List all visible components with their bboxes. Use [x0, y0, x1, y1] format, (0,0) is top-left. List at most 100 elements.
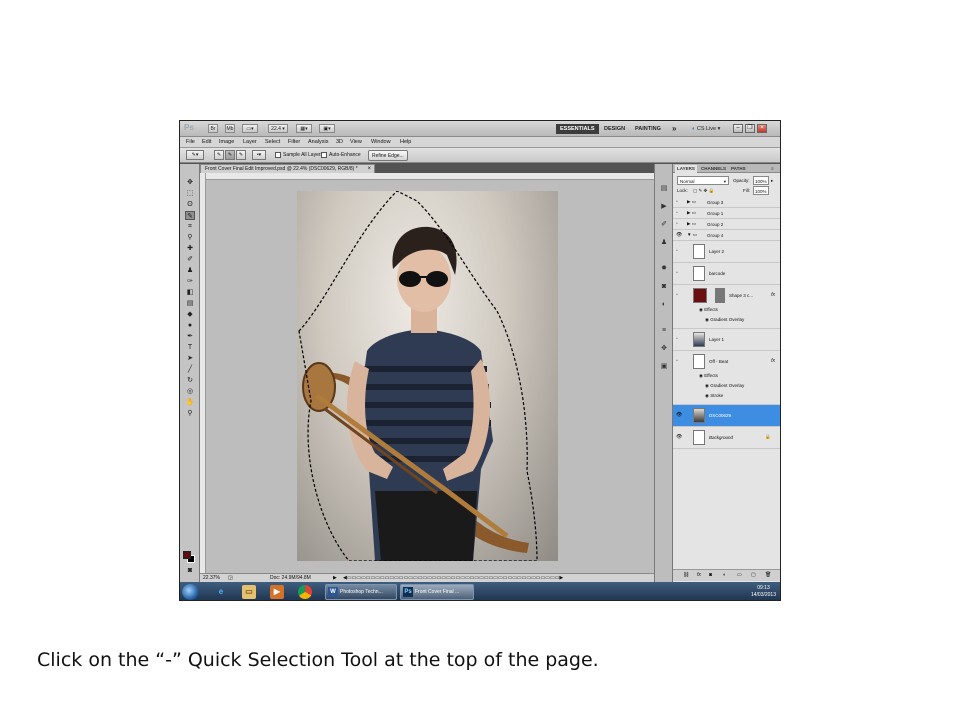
close-window-icon[interactable]: × [757, 124, 767, 133]
refine-edge-button[interactable]: Refine Edge... [368, 150, 408, 161]
visibility-toggle[interactable]: ▫ [676, 358, 678, 364]
taskbar-clock[interactable]: 09:13 14/03/2013 [751, 585, 776, 599]
info-panel-icon[interactable]: ▣ [659, 362, 669, 371]
close-document-icon[interactable]: × [367, 165, 371, 173]
eye-icon[interactable]: 👁 [676, 434, 682, 440]
document-tab[interactable]: Front Cover Final Edit Improved.psd @ 22… [200, 164, 375, 173]
effect-item[interactable]: ◉ Stroke [705, 393, 723, 399]
tab-layers[interactable]: LAYERS [675, 165, 697, 173]
visibility-toggle[interactable]: ▫ [676, 292, 678, 298]
menu-select[interactable]: Select [265, 139, 280, 145]
lasso-tool-icon[interactable]: ʘ [185, 200, 195, 209]
path-selection-tool-icon[interactable]: ➤ [185, 354, 195, 363]
menu-layer[interactable]: Layer [243, 139, 257, 145]
adjustment-layer-icon[interactable]: ◐ [723, 570, 726, 581]
layer-row[interactable]: ▫ Layer 1 [673, 329, 780, 351]
visibility-toggle[interactable]: ▫ [676, 210, 678, 216]
visibility-toggle[interactable]: ▫ [676, 248, 678, 254]
3d-rotate-tool-icon[interactable]: ↻ [185, 376, 195, 385]
internet-explorer-icon[interactable]: e [214, 585, 228, 599]
layer-row[interactable]: ▫ Shape 3 c... fx ◉ Effects ◉ Gradient O… [673, 285, 780, 329]
zoom-tool-icon[interactable]: ⚲ [185, 409, 195, 418]
status-zoom[interactable]: 22.37% [203, 574, 220, 582]
menu-help[interactable]: Help [400, 139, 411, 145]
crop-tool-icon[interactable]: ⌗ [185, 222, 195, 231]
sample-all-layers-checkbox[interactable] [275, 152, 281, 158]
visibility-toggle[interactable]: ▫ [676, 336, 678, 342]
pen-tool-icon[interactable]: ✒ [185, 332, 195, 341]
layer-row[interactable]: 👁 ▼ ▭ Group 4 [673, 230, 780, 241]
eraser-tool-icon[interactable]: ◧ [185, 288, 195, 297]
eye-icon[interactable]: 👁 [676, 232, 682, 238]
horizontal-scrollbar[interactable]: ◀▭▭▭▭▭▭▭▭▭▭▭▭▭▭▭▭▭▭▭▭▭▭▭▭▭▭▭▭▭▭▭▭▭▭▭▭▭▭▭… [343, 574, 563, 582]
dodge-tool-icon[interactable]: ● [185, 321, 195, 330]
menu-analysis[interactable]: Analysis [308, 139, 328, 145]
blend-mode-dropdown[interactable]: Normal ▾ [677, 176, 729, 185]
masks-panel-icon[interactable]: ◙ [659, 282, 669, 291]
menu-3d[interactable]: 3D [336, 139, 343, 145]
fx-icon[interactable]: fx [771, 358, 775, 364]
type-tool-icon[interactable]: T [185, 343, 195, 352]
menu-file[interactable]: File [186, 139, 195, 145]
add-mask-icon[interactable]: ◙ [709, 570, 712, 581]
hand-tool-icon[interactable]: ✋ [185, 398, 195, 407]
effect-item[interactable]: ◉ Gradient Overlay [705, 383, 744, 389]
cs-live-button[interactable]: ◐ CS Live ▾ [688, 124, 724, 134]
new-group-icon[interactable]: ▭ [737, 570, 742, 581]
group-expand-icon[interactable]: ▶ ▭ [687, 221, 696, 227]
character-panel-icon[interactable]: ≡ [659, 326, 669, 335]
lock-icons[interactable]: ▢ ✎ ✥ 🔒 [693, 186, 714, 195]
healing-brush-tool-icon[interactable]: ✚ [185, 244, 195, 253]
visibility-toggle[interactable]: ▫ [676, 270, 678, 276]
styles-panel-icon[interactable]: ◐ [659, 300, 669, 309]
view-extras-icon[interactable]: ▭▾ [242, 124, 258, 133]
zoom-level-dropdown[interactable]: 22.4 ▾ [268, 124, 288, 133]
layer-row[interactable]: ▫ ▶ ▭ Group 1 [673, 208, 780, 219]
layer-row-selected[interactable]: 👁 DSC00629 [673, 405, 780, 427]
group-collapse-icon[interactable]: ▼ ▭ [687, 232, 697, 238]
tab-paths[interactable]: PATHS [729, 165, 748, 173]
shape-tool-icon[interactable]: ╱ [185, 365, 195, 374]
adjustments-panel-icon[interactable]: ✹ [659, 264, 669, 273]
taskbar-item-word[interactable]: W Photoshop Techn... [325, 584, 397, 600]
start-button-icon[interactable] [182, 584, 199, 600]
arrange-documents-icon[interactable]: ▦▾ [296, 124, 312, 133]
menu-view[interactable]: View [350, 139, 362, 145]
visibility-toggle[interactable]: ▫ [676, 221, 678, 227]
marquee-tool-icon[interactable]: ⬚ [185, 189, 195, 198]
menu-window[interactable]: Window [371, 139, 391, 145]
group-expand-icon[interactable]: ▶ ▭ [687, 199, 696, 205]
fill-field[interactable]: 100% [753, 186, 769, 195]
layer-row[interactable]: ▫ ▶ ▭ Group 2 [673, 219, 780, 230]
fx-icon[interactable]: fx [771, 292, 775, 298]
history-brush-tool-icon[interactable]: ✑ [185, 277, 195, 286]
subtract-from-selection-icon[interactable]: ✎ [236, 150, 246, 160]
visibility-toggle[interactable]: ▫ [676, 199, 678, 205]
workspace-painting[interactable]: PAINTING [631, 124, 665, 134]
clone-stamp-tool-icon[interactable]: ♟ [185, 266, 195, 275]
group-expand-icon[interactable]: ▶ ▭ [687, 210, 696, 216]
eye-icon[interactable]: 👁 [676, 412, 682, 418]
workspace-essentials[interactable]: ESSENTIALS [556, 124, 599, 134]
brushes-panel-icon[interactable]: ✐ [659, 220, 669, 229]
minimize-icon[interactable]: – [733, 124, 743, 133]
bridge-icon[interactable]: Br [208, 124, 218, 133]
gradient-tool-icon[interactable]: ▤ [185, 299, 195, 308]
new-selection-icon[interactable]: ✎ [214, 150, 224, 160]
move-tool-icon[interactable]: ✥ [185, 178, 195, 187]
history-panel-icon[interactable]: ▤ [659, 184, 669, 193]
layer-row[interactable]: ▫ barcode [673, 263, 780, 285]
quick-mask-icon[interactable]: ◙ [185, 566, 195, 575]
minibridge-icon[interactable]: Mb [225, 124, 235, 133]
file-explorer-icon[interactable]: ▭ [242, 585, 256, 599]
add-to-selection-icon[interactable]: ✎ [225, 150, 235, 160]
taskbar-item-photoshop[interactable]: Ps Front Cover Final ... [400, 584, 474, 600]
panel-menu-icon[interactable]: ≡ [769, 165, 776, 173]
foreground-color-swatch[interactable] [183, 551, 191, 559]
status-menu-arrow-icon[interactable]: ▶ [333, 574, 337, 582]
tool-preset-picker[interactable]: ✎▾ [186, 150, 204, 160]
layer-row[interactable]: ▫ Layer 2 [673, 241, 780, 263]
add-style-icon[interactable]: fx [697, 570, 701, 581]
link-layers-icon[interactable]: ⛓ [683, 570, 689, 581]
delete-layer-icon[interactable]: 🗑 [765, 570, 771, 581]
